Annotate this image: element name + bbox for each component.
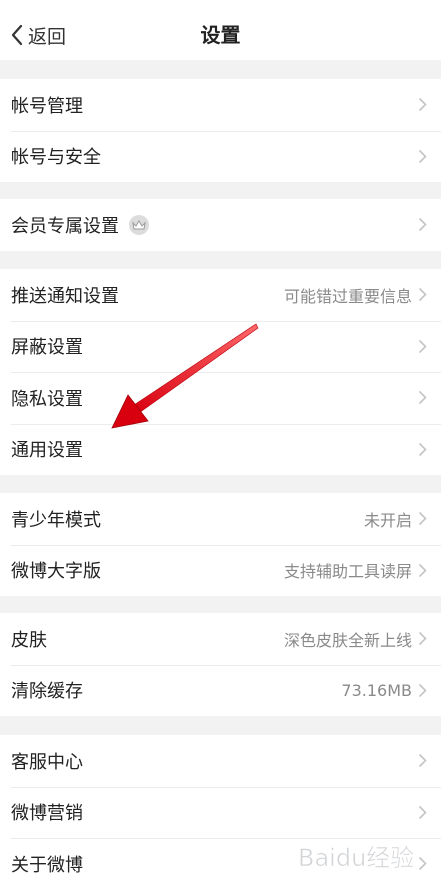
chevron-right-icon	[418, 805, 427, 819]
settings-row-large-font[interactable]: 微博大字版 支持辅助工具读屏	[0, 544, 441, 597]
row-label: 关于微博	[11, 854, 83, 876]
settings-group-appearance: 皮肤 深色皮肤全新上线 清除缓存 73.16MB	[0, 613, 441, 716]
row-label: 微博大字版	[11, 561, 101, 583]
chevron-right-icon	[418, 512, 427, 526]
chevron-right-icon	[418, 339, 427, 353]
settings-group-modes: 青少年模式 未开启 微博大字版 支持辅助工具读屏	[0, 493, 441, 596]
settings-row-account-management[interactable]: 帐号管理	[0, 79, 441, 131]
baidu-jingyan-watermark: Baidu经验	[298, 844, 415, 873]
settings-row-teen-mode[interactable]: 青少年模式 未开启	[0, 493, 441, 545]
row-value: 可能错过重要信息	[283, 286, 412, 306]
settings-group-membership: 会员专属设置	[0, 199, 441, 251]
row-label: 帐号与安全	[11, 147, 101, 169]
row-value: 未开启	[363, 510, 412, 530]
cache-size: 73.16MB	[341, 680, 412, 700]
chevron-right-icon	[418, 442, 427, 456]
settings-group-account: 帐号管理 帐号与安全	[0, 79, 441, 182]
row-label: 皮肤	[11, 629, 47, 651]
chevron-right-icon	[418, 288, 427, 302]
row-label: 屏蔽设置	[11, 337, 83, 359]
watermark-text: Baidu经验	[298, 844, 414, 872]
row-label: 青少年模式	[11, 509, 101, 531]
row-label: 通用设置	[11, 440, 83, 462]
chevron-right-icon	[418, 563, 427, 577]
settings-row-account-security[interactable]: 帐号与安全	[0, 130, 441, 183]
page-title: 设置	[200, 23, 241, 47]
row-label: 帐号管理	[11, 95, 83, 117]
settings-row-marketing[interactable]: 微博营销	[0, 786, 441, 839]
settings-row-skin[interactable]: 皮肤 深色皮肤全新上线	[0, 613, 441, 665]
chevron-right-icon	[418, 98, 427, 112]
settings-row-customer-service[interactable]: 客服中心	[0, 735, 441, 787]
red-arrow-annotation-icon	[111, 323, 259, 429]
row-label: 会员专属设置	[11, 215, 119, 237]
row-label: 客服中心	[11, 751, 83, 773]
row-label: 推送通知设置	[11, 285, 119, 307]
row-value: 支持辅助工具读屏	[283, 562, 412, 582]
row-value: 深色皮肤全新上线	[283, 630, 412, 650]
chevron-right-icon	[418, 391, 427, 405]
nav-bar: 返回 设置	[0, 0, 441, 60]
crown-icon	[129, 214, 149, 235]
settings-row-push-notifications[interactable]: 推送通知设置 可能错过重要信息	[0, 269, 441, 321]
chevron-right-icon	[418, 754, 427, 768]
settings-row-member-settings[interactable]: 会员专属设置	[0, 199, 441, 251]
chevron-right-icon	[418, 683, 427, 697]
row-label: 微博营销	[11, 803, 83, 825]
settings-row-clear-cache[interactable]: 清除缓存 73.16MB	[0, 664, 441, 717]
row-label: 清除缓存	[11, 681, 83, 703]
chevron-right-icon	[418, 632, 427, 646]
row-label: 隐私设置	[11, 388, 83, 410]
chevron-right-icon	[418, 149, 427, 163]
chevron-right-icon	[418, 218, 427, 232]
